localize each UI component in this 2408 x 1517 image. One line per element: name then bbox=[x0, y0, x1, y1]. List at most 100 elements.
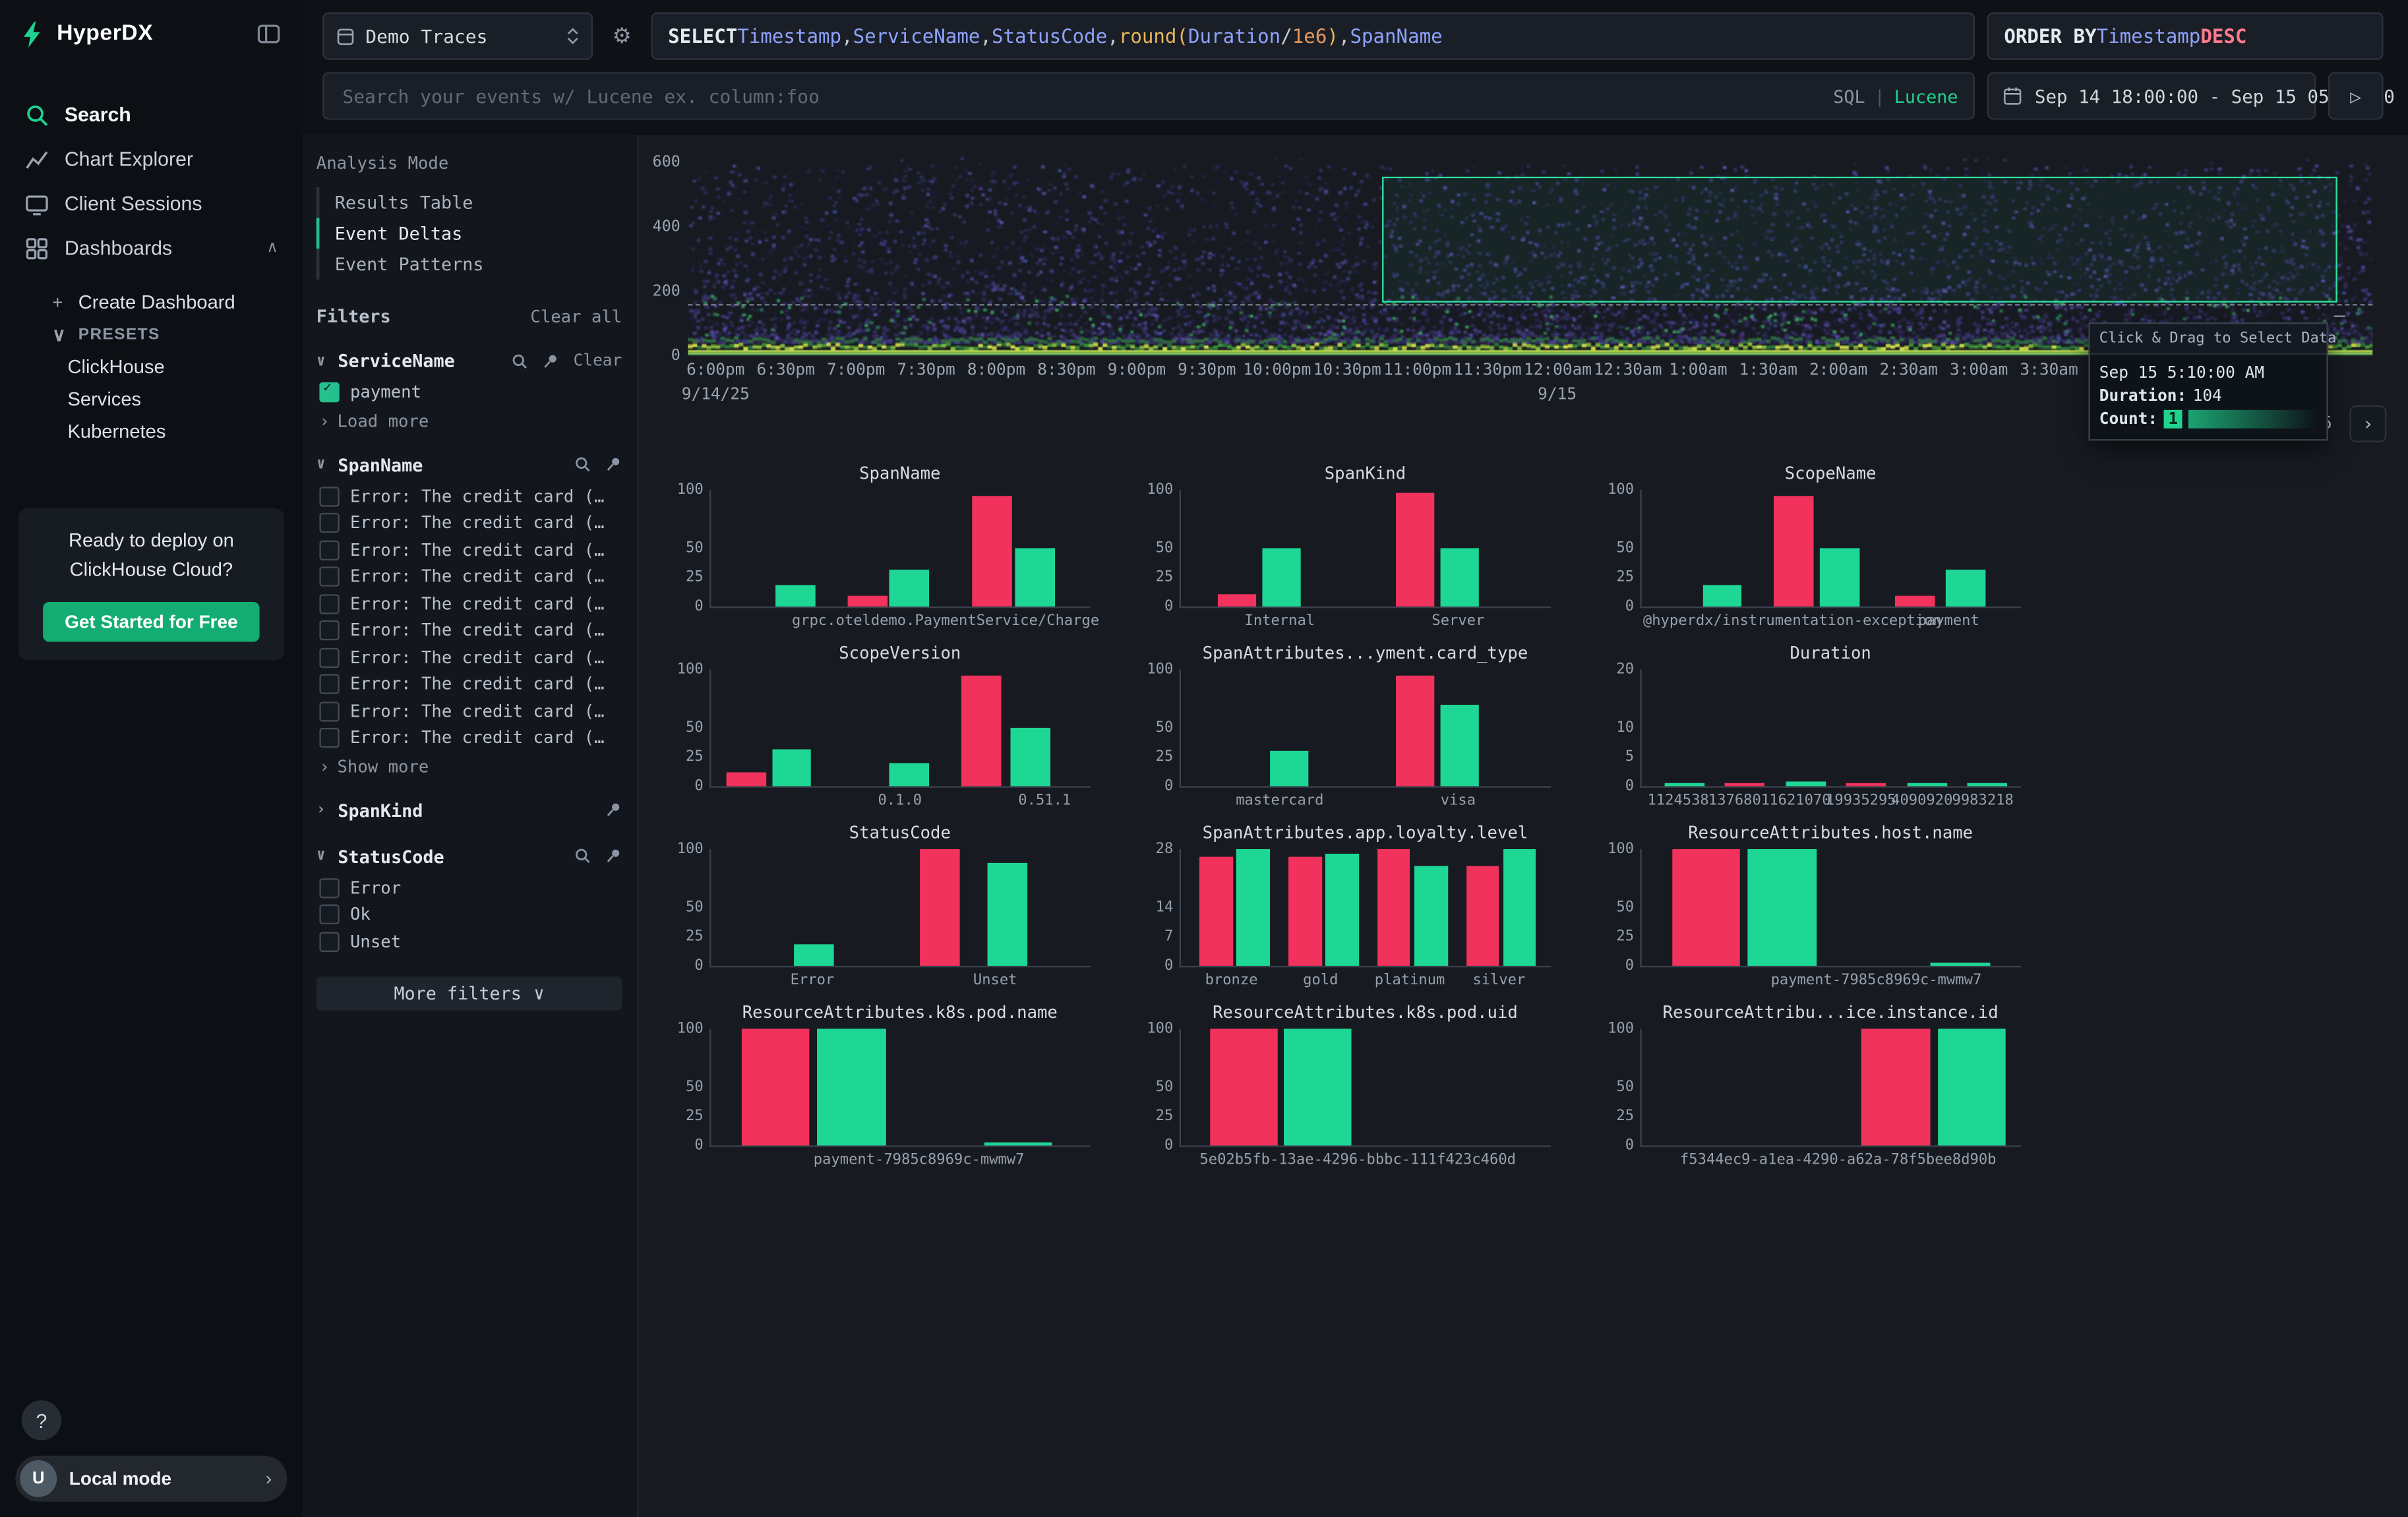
delta-bar-inlier bbox=[889, 763, 929, 786]
facet-search-icon[interactable] bbox=[512, 353, 529, 370]
pin-icon[interactable] bbox=[605, 848, 622, 865]
tooltip-count: Count: 1 bbox=[2099, 410, 2318, 429]
facet-spankind-header[interactable]: › SpanKind bbox=[316, 792, 622, 829]
dashboards-subnav: + Create Dashboard ∨ PRESETS ClickHouse … bbox=[0, 285, 303, 447]
promo-line1: Ready to deploy on bbox=[34, 527, 268, 556]
sidebar-item-chart-explorer[interactable]: Chart Explorer bbox=[0, 136, 303, 181]
mini-chart-title: SpanAttributes...yment.card_type bbox=[1180, 643, 1551, 663]
checkbox[interactable] bbox=[319, 878, 339, 898]
checkbox[interactable] bbox=[319, 487, 339, 506]
facet-title: ServiceName bbox=[338, 350, 454, 372]
lang-lucene[interactable]: Lucene bbox=[1894, 85, 1958, 107]
filter-option[interactable]: Error: The credit card (… bbox=[316, 564, 622, 591]
sidebar-item-kubernetes[interactable]: Kubernetes bbox=[0, 415, 303, 447]
query-language-toggle[interactable]: SQL | Lucene bbox=[1833, 85, 1958, 107]
plus-icon: + bbox=[52, 291, 67, 312]
create-dashboard-button[interactable]: + Create Dashboard bbox=[0, 285, 303, 318]
analysis-mode-results-table[interactable]: Results Table bbox=[316, 187, 622, 218]
run-query-button[interactable]: ▷ bbox=[2328, 72, 2384, 119]
filter-option[interactable]: Ok bbox=[316, 901, 622, 928]
date-range-picker[interactable]: Sep 14 18:00:00 - Sep 15 05:30:00 bbox=[1987, 72, 2316, 119]
filter-option[interactable]: Error bbox=[316, 874, 622, 901]
sidebar-item-search[interactable]: Search bbox=[0, 92, 303, 137]
time-selection-rect[interactable] bbox=[1382, 177, 2337, 303]
facet-statuscode-header[interactable]: ∨ StatusCode bbox=[316, 837, 622, 874]
filter-option[interactable]: Unset bbox=[316, 928, 622, 955]
more-filters-button[interactable]: More filters ∨ bbox=[316, 976, 622, 1010]
facet-clear-button[interactable]: Clear bbox=[574, 351, 622, 370]
delta-bar-inlier bbox=[1262, 548, 1301, 607]
minus-icon[interactable]: — bbox=[2334, 304, 2345, 326]
next-page-button[interactable]: › bbox=[2349, 405, 2386, 442]
filter-option[interactable]: Error: The credit card (… bbox=[316, 725, 622, 752]
delta-bar-outlier bbox=[847, 596, 887, 607]
delta-bar-inlier bbox=[1702, 585, 1742, 607]
mini-chart-x-axis: InternalServer bbox=[1180, 612, 1551, 631]
get-started-button[interactable]: Get Started for Free bbox=[44, 601, 260, 641]
sql-query-editor[interactable]: SELECT Timestamp, ServiceName, StatusCod… bbox=[651, 13, 1975, 60]
checkbox[interactable] bbox=[319, 701, 339, 721]
mini-chart-plot: 10050250 bbox=[709, 849, 1091, 967]
checkbox[interactable] bbox=[319, 620, 339, 640]
lang-sql[interactable]: SQL bbox=[1833, 85, 1865, 107]
load-more-button[interactable]: ›Load more bbox=[316, 406, 622, 437]
filter-option[interactable]: Error: The credit card (… bbox=[316, 698, 622, 725]
checkbox[interactable] bbox=[319, 674, 339, 694]
pin-icon[interactable] bbox=[605, 456, 622, 473]
facet-servicename-header[interactable]: ∨ ServiceName Clear bbox=[316, 342, 622, 379]
facet-search-icon[interactable] bbox=[574, 456, 591, 473]
sidebar-item-clickhouse[interactable]: ClickHouse bbox=[0, 350, 303, 382]
filter-option[interactable]: Error: The credit card (… bbox=[316, 617, 622, 644]
sidebar-item-services[interactable]: Services bbox=[0, 382, 303, 415]
filter-option[interactable]: Error: The credit card (… bbox=[316, 483, 622, 510]
checkbox[interactable] bbox=[319, 729, 339, 748]
user-menu[interactable]: U Local mode › bbox=[15, 1456, 287, 1502]
source-select[interactable]: Demo Traces bbox=[322, 13, 593, 60]
sidebar-bottom: ? U Local mode › bbox=[0, 1385, 303, 1517]
analysis-mode-event-deltas[interactable]: Event Deltas bbox=[316, 218, 622, 249]
facet-search-icon[interactable] bbox=[574, 848, 591, 865]
show-more-button[interactable]: ›Show more bbox=[316, 752, 622, 783]
heatmap-x-tick: 11:00pm bbox=[1383, 361, 1451, 379]
search-input[interactable] bbox=[340, 84, 1821, 108]
sidebar-item-dashboards[interactable]: Dashboards ∧ bbox=[0, 225, 303, 270]
clear-all-button[interactable]: Clear all bbox=[530, 307, 622, 326]
filter-option[interactable]: payment bbox=[316, 379, 622, 406]
query-token: / bbox=[1280, 24, 1292, 47]
analysis-mode-list: Results TableEvent DeltasEvent Patterns bbox=[316, 187, 622, 280]
checkbox[interactable] bbox=[319, 932, 339, 951]
gear-icon[interactable]: ⚙ bbox=[605, 23, 639, 49]
select-chevrons-icon bbox=[566, 28, 579, 45]
checkbox[interactable] bbox=[319, 513, 339, 533]
checkbox[interactable] bbox=[319, 647, 339, 667]
delta-bar-inlier bbox=[1270, 751, 1309, 786]
order-by-box[interactable]: ORDER BY Timestamp DESC bbox=[1987, 13, 2384, 60]
checkbox[interactable] bbox=[319, 905, 339, 924]
help-button[interactable]: ? bbox=[22, 1400, 62, 1441]
mini-chart-y-tick: 25 bbox=[1156, 569, 1174, 586]
sidebar-item-client-sessions[interactable]: Client Sessions bbox=[0, 181, 303, 226]
checkbox[interactable] bbox=[319, 594, 339, 614]
pin-icon[interactable] bbox=[543, 353, 560, 370]
filter-option[interactable]: Error: The credit card (… bbox=[316, 671, 622, 698]
mini-chart-y-tick: 0 bbox=[1625, 957, 1634, 974]
sidebar-collapse-icon[interactable] bbox=[256, 22, 281, 46]
delta-bar-inlier bbox=[1440, 548, 1479, 607]
facet-title: SpanKind bbox=[338, 799, 423, 821]
delta-bar-inlier bbox=[1440, 705, 1479, 787]
filter-option[interactable]: Error: The credit card (… bbox=[316, 591, 622, 618]
checkbox[interactable] bbox=[319, 567, 339, 587]
pin-icon[interactable] bbox=[605, 802, 622, 819]
analysis-mode-event-patterns[interactable]: Event Patterns bbox=[316, 249, 622, 280]
facet-spanname-header[interactable]: ∨ SpanName bbox=[316, 446, 622, 483]
presets-toggle[interactable]: ∨ PRESETS bbox=[0, 318, 303, 350]
checkbox[interactable] bbox=[319, 540, 339, 560]
filter-option-label: Unset bbox=[350, 932, 401, 951]
checkbox[interactable] bbox=[319, 383, 339, 403]
filter-option[interactable]: Error: The credit card (… bbox=[316, 537, 622, 564]
facet-title: StatusCode bbox=[338, 845, 444, 867]
filter-option[interactable]: Error: The credit card (… bbox=[316, 644, 622, 671]
filter-option[interactable]: Error: The credit card (… bbox=[316, 510, 622, 537]
heatmap-x-tick: 2:00am bbox=[1809, 361, 1867, 379]
heatmap-x-tick: 12:30am bbox=[1594, 361, 1662, 379]
